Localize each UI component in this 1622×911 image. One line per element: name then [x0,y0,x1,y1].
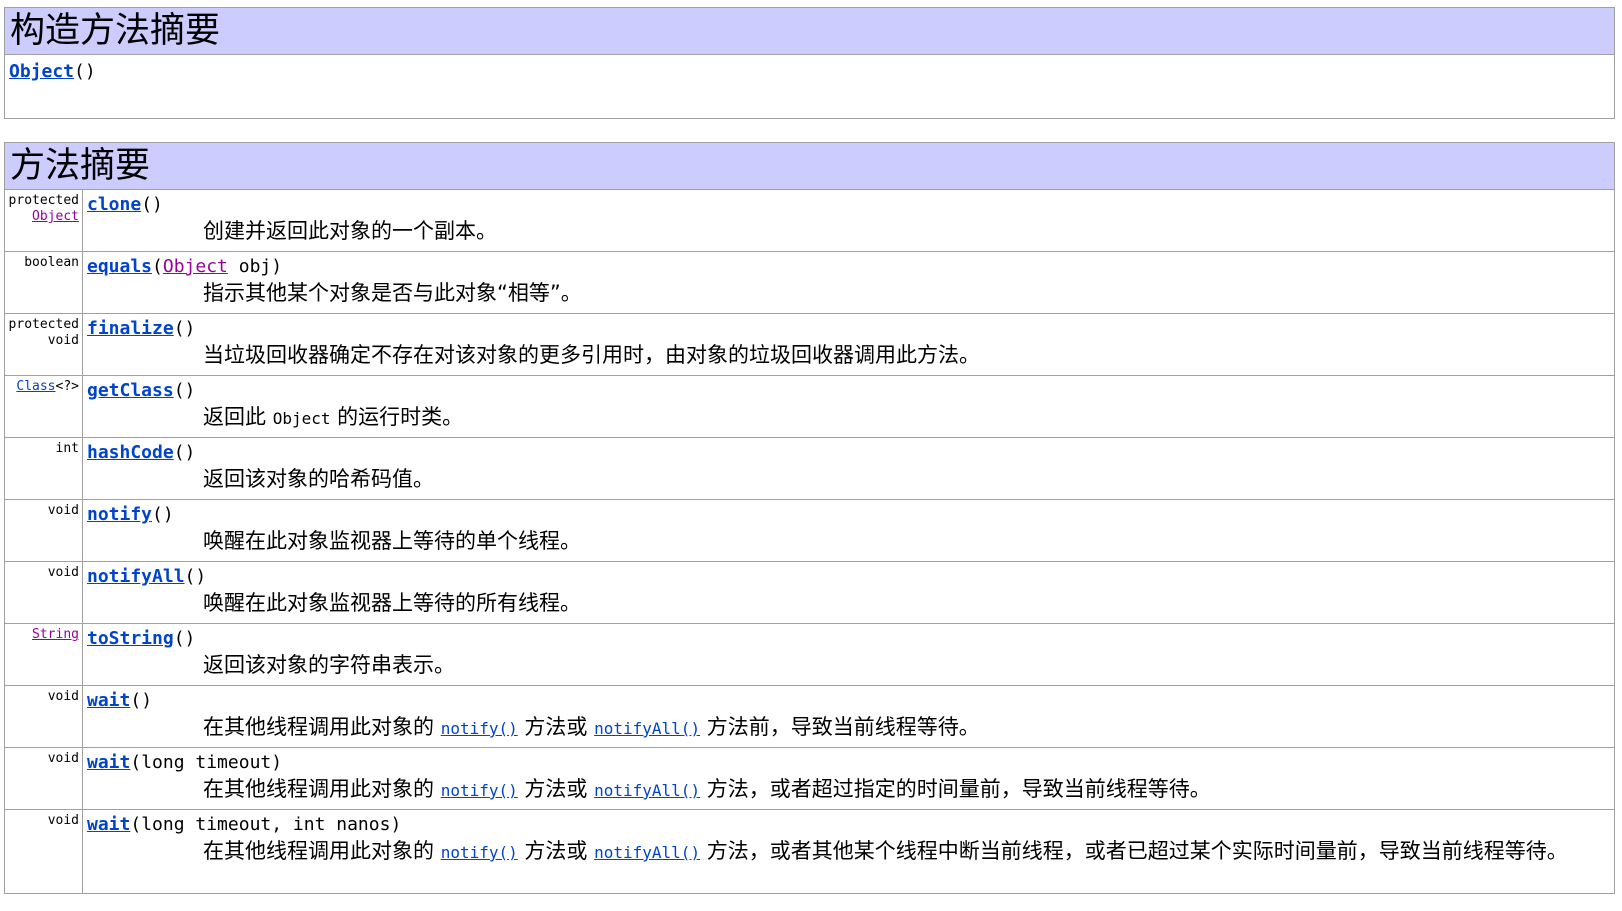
type-link-string[interactable]: String [32,627,79,642]
method-modifier: protected Object [4,189,83,252]
method-link-notify[interactable]: notify [87,504,152,525]
table-row: void wait(long timeout) 在其他线程调用此对象的 noti… [4,747,1615,810]
method-summary-title: 方法摘要 [4,142,1615,190]
method-link-wait[interactable]: wait [87,690,130,711]
method-description: 创建并返回此对象的一个副本。 [203,219,497,243]
method-modifier: void [4,747,83,810]
method-modifier: String [4,623,83,686]
inline-link-notify[interactable]: notify() [441,843,518,862]
constructor-row: Object() [4,54,1615,119]
constructor-summary-title: 构造方法摘要 [4,7,1615,55]
type-link-object[interactable]: Object [32,209,79,224]
method-description: 返回此 Object 的运行时类。 [203,405,464,429]
method-description: 当垃圾回收器确定不存在对该对象的更多引用时，由对象的垃圾回收器调用此方法。 [203,343,980,367]
method-link-finalize[interactable]: finalize [87,318,174,339]
method-modifier: void [4,499,83,562]
method-modifier: void [4,809,83,894]
method-description: 在其他线程调用此对象的 notify() 方法或 notifyAll() 方法，… [203,777,1211,801]
method-description: 返回该对象的字符串表示。 [203,653,455,677]
method-description: 在其他线程调用此对象的 notify() 方法或 notifyAll() 方法前… [203,715,980,739]
type-link-class[interactable]: Class [16,379,55,394]
table-row: void wait() 在其他线程调用此对象的 notify() 方法或 not… [4,685,1615,748]
method-link-tostring[interactable]: toString [87,628,174,649]
method-link-wait-timeout[interactable]: wait [87,752,130,773]
method-link-notifyall[interactable]: notifyAll [87,566,185,587]
inline-link-notify[interactable]: notify() [441,781,518,800]
method-modifier: boolean [4,251,83,314]
table-row: String toString() 返回该对象的字符串表示。 [4,623,1615,686]
method-link-hashcode[interactable]: hashCode [87,442,174,463]
method-description: 返回该对象的哈希码值。 [203,467,434,491]
table-row: void notify() 唤醒在此对象监视器上等待的单个线程。 [4,499,1615,562]
table-row: void wait(long timeout, int nanos) 在其他线程… [4,809,1615,894]
method-description: 在其他线程调用此对象的 notify() 方法或 notifyAll() 方法，… [203,839,1568,863]
method-description: 指示其他某个对象是否与此对象“相等”。 [203,281,582,305]
table-row: void notifyAll() 唤醒在此对象监视器上等待的所有线程。 [4,561,1615,624]
inline-link-notify[interactable]: notify() [441,719,518,738]
method-description: 唤醒在此对象监视器上等待的所有线程。 [203,591,581,615]
method-modifier: int [4,437,83,500]
method-description: 唤醒在此对象监视器上等待的单个线程。 [203,529,581,553]
method-summary-header: 方法摘要 [4,142,1615,190]
inline-link-notifyall[interactable]: notifyAll() [594,719,700,738]
table-row: int hashCode() 返回该对象的哈希码值。 [4,437,1615,500]
constructor-summary-table: 构造方法摘要 Object() [4,7,1615,119]
method-modifier: void [4,685,83,748]
param-type-link-object[interactable]: Object [163,256,228,277]
constructor-link-object[interactable]: Object [9,61,74,82]
inline-link-notifyall[interactable]: notifyAll() [594,781,700,800]
table-row: Class<?> getClass() 返回此 Object 的运行时类。 [4,375,1615,438]
method-link-clone[interactable]: clone [87,194,141,215]
method-link-getclass[interactable]: getClass [87,380,174,401]
method-link-wait-timeout-nanos[interactable]: wait [87,814,130,835]
method-link-equals[interactable]: equals [87,256,152,277]
method-modifier: void [4,561,83,624]
method-summary-table: 方法摘要 protected Object clone() 创建并返回此对象的一… [4,142,1615,894]
method-modifier: Class<?> [4,375,83,438]
table-row: protected Object clone() 创建并返回此对象的一个副本。 [4,189,1615,252]
method-modifier: protected void [4,313,83,376]
inline-link-notifyall[interactable]: notifyAll() [594,843,700,862]
constructor-summary-header: 构造方法摘要 [4,7,1615,55]
table-row: boolean equals(Object obj) 指示其他某个对象是否与此对… [4,251,1615,314]
table-row: protected void finalize() 当垃圾回收器确定不存在对该对… [4,313,1615,376]
